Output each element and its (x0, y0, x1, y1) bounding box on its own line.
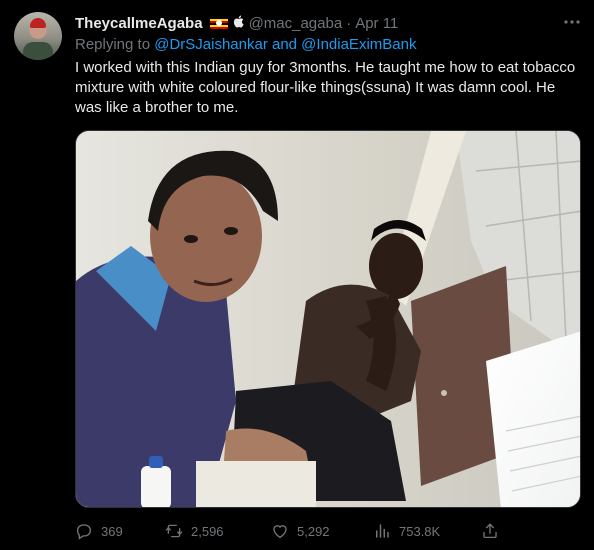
tweet-actions: 369 2,596 5,292 753.8K (75, 518, 505, 544)
replying-to-mentions[interactable]: @DrSJaishankar and @IndiaEximBank (154, 36, 416, 53)
tweet-photo[interactable] (75, 130, 581, 508)
replying-to: Replying to @DrSJaishankar and @IndiaExi… (75, 36, 416, 53)
share-icon (483, 523, 497, 539)
handle[interactable]: @mac_agaba (249, 15, 343, 32)
reply-icon (76, 524, 92, 540)
avatar[interactable] (14, 12, 62, 60)
display-name[interactable]: TheycallmeAgaba (75, 15, 203, 32)
like-count: 5,292 (297, 523, 330, 539)
reply-count: 369 (101, 523, 123, 539)
views-chart-icon (376, 524, 389, 538)
retweet-count: 2,596 (191, 523, 224, 539)
uganda-flag-icon (209, 17, 228, 29)
retweet-button[interactable]: 2,596 (165, 518, 224, 544)
replying-prefix: Replying to (75, 36, 151, 53)
selfie-photo-image (76, 131, 580, 507)
avatar-shirt (23, 42, 53, 60)
heart-icon (273, 525, 287, 539)
views-count: 753.8K (399, 523, 441, 539)
avatar-hat (30, 18, 46, 28)
views-button[interactable]: 753.8K (373, 518, 440, 544)
more-options-icon[interactable] (562, 12, 582, 32)
like-button[interactable]: 5,292 (271, 518, 330, 544)
retweet-icon (165, 524, 183, 538)
reply-button[interactable]: 369 (75, 518, 123, 544)
tweet-header: TheycallmeAgaba @mac_agaba · Apr 11 (75, 13, 398, 33)
tweet-text: I worked with this Indian guy for 3month… (75, 59, 580, 116)
share-button[interactable] (481, 518, 499, 544)
separator: · (346, 14, 352, 32)
tweet-date[interactable]: Apr 11 (355, 15, 398, 32)
apple-logo-icon (233, 15, 244, 31)
